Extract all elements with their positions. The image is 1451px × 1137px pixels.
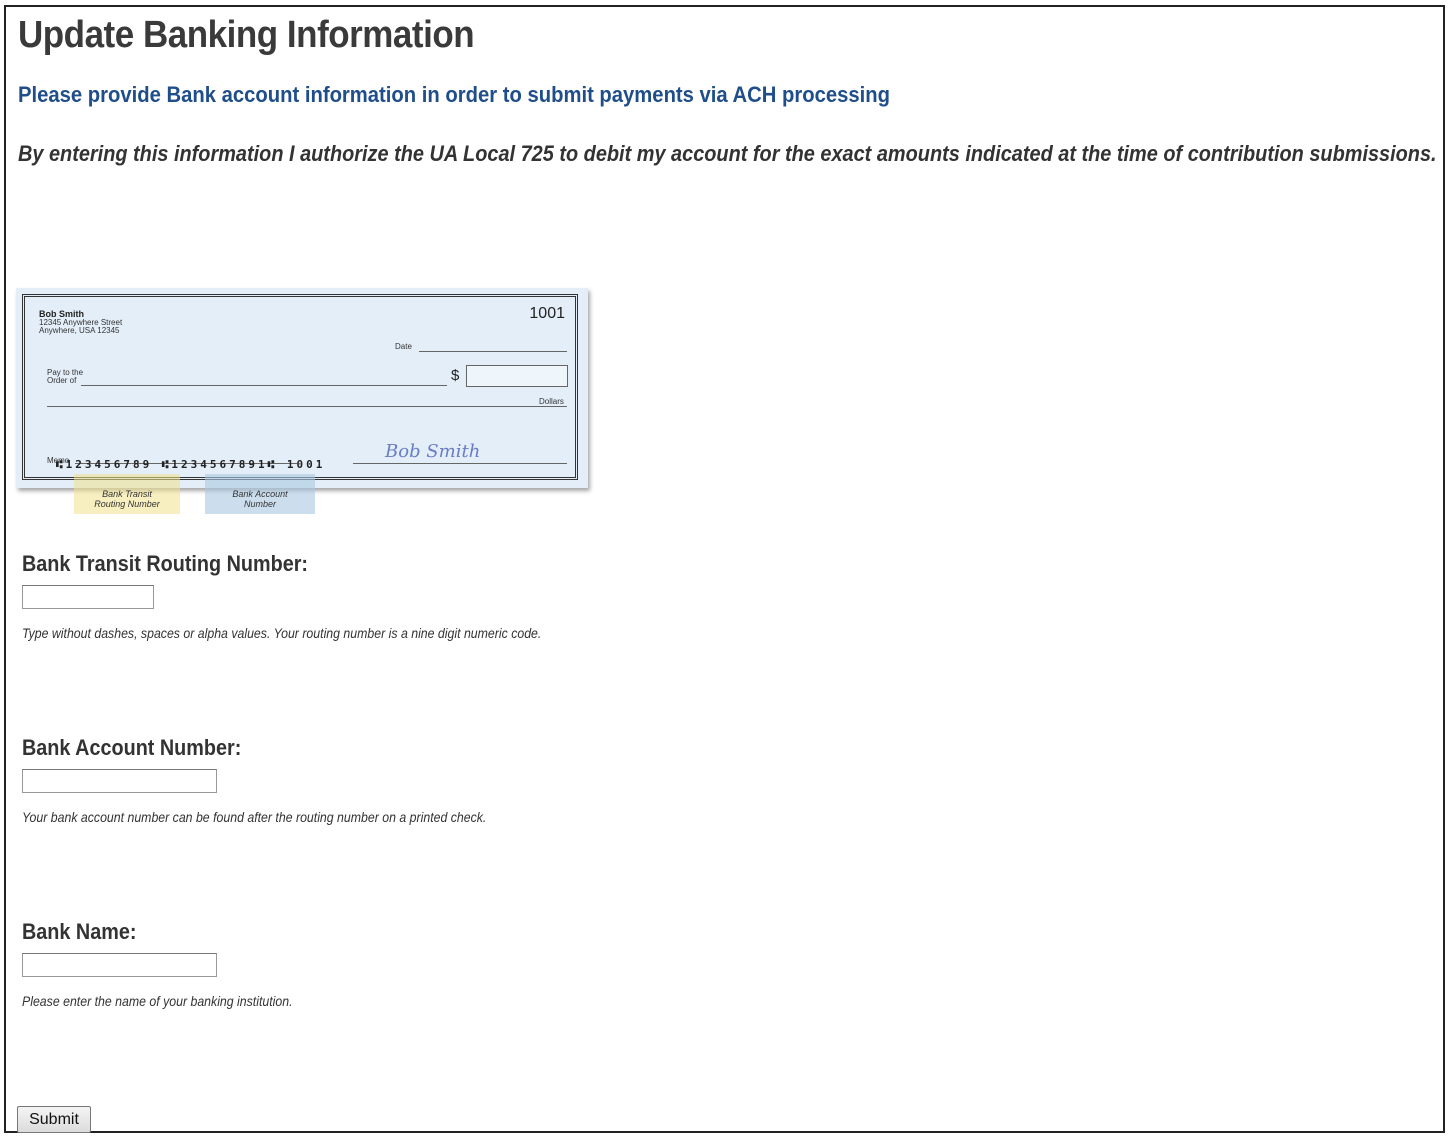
account-number-tag: Bank Account Number bbox=[205, 474, 315, 514]
check-number: 1001 bbox=[529, 305, 565, 322]
check-amount-box bbox=[466, 365, 568, 387]
account-tag-line2: Number bbox=[243, 499, 276, 509]
bank-name-label: Bank Name: bbox=[22, 919, 137, 944]
routing-number-tag: Bank Transit Routing Number bbox=[74, 474, 180, 514]
account-tag-line1: Bank Account bbox=[232, 489, 288, 499]
check-dollars-line bbox=[47, 406, 567, 407]
routing-number-hint: Type without dashes, spaces or alpha val… bbox=[22, 625, 542, 641]
check-payto-label: Pay to the Order of bbox=[47, 369, 83, 385]
check-signature: Bob Smith bbox=[385, 441, 481, 462]
routing-number-input[interactable] bbox=[22, 585, 154, 609]
check-dollar-sign: $ bbox=[451, 367, 460, 384]
check-signature-line bbox=[353, 463, 567, 464]
page-title: Update Banking Information bbox=[18, 14, 475, 56]
routing-number-label: Bank Transit Routing Number: bbox=[22, 551, 309, 576]
check-image: Bob Smith 12345 Anywhere Street Anywhere… bbox=[16, 288, 588, 488]
routing-tag-line1: Bank Transit bbox=[102, 489, 152, 499]
account-number-label: Bank Account Number: bbox=[22, 735, 242, 760]
bank-name-input[interactable] bbox=[22, 953, 217, 977]
check-border: Bob Smith 12345 Anywhere Street Anywhere… bbox=[22, 294, 578, 480]
check-dollars-label: Dollars bbox=[539, 397, 564, 406]
authorization-statement: By entering this information I authorize… bbox=[18, 141, 1437, 166]
account-number-input[interactable] bbox=[22, 769, 217, 793]
sample-check-illustration: Bob Smith 12345 Anywhere Street Anywhere… bbox=[16, 288, 591, 518]
page-subtitle: Please provide Bank account information … bbox=[18, 82, 891, 107]
check-address-line2: Anywhere, USA 12345 bbox=[39, 326, 120, 335]
submit-button[interactable]: Submit bbox=[17, 1106, 91, 1133]
check-date-label: Date bbox=[395, 342, 412, 351]
bank-name-hint: Please enter the name of your banking in… bbox=[22, 993, 293, 1009]
check-date-line bbox=[419, 351, 567, 352]
check-payto-line2: Order of bbox=[47, 376, 77, 385]
account-number-hint: Your bank account number can be found af… bbox=[22, 809, 487, 825]
routing-tag-line2: Routing Number bbox=[94, 499, 160, 509]
check-payee-line bbox=[81, 385, 447, 386]
check-micr-line: ⑆123456789 ⑆1234567891⑆ 1001 bbox=[56, 458, 326, 471]
check-address: 12345 Anywhere Street Anywhere, USA 1234… bbox=[39, 319, 122, 335]
